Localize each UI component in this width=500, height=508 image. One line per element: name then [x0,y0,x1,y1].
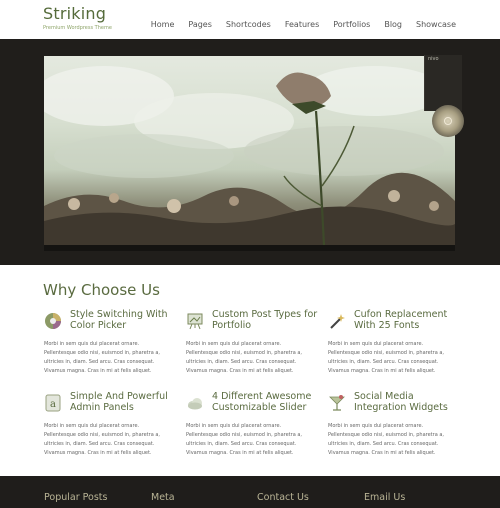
slider-shadow [44,245,455,251]
footer-popular-posts: Popular Posts [44,492,108,503]
easel-icon [187,313,203,330]
feature-text: Morbi in sem quis dui placerat ornare. P… [328,341,445,374]
main-nav: Home Pages Shortcodes Features Portfolio… [144,20,456,29]
magic-wand-icon [330,314,345,329]
footer-contact-us: Contact Us [257,492,309,503]
font-letter-icon: a [45,394,61,412]
nav-pages[interactable]: Pages [181,20,219,29]
feature-title: 4 Different Awesome Customizable Slider [212,391,312,413]
slider-thumb-label: nivo [428,56,439,62]
slider-thumb-panel: nivo [424,55,462,111]
flower-photo [44,66,455,245]
footer-email-us: Email Us [364,492,406,503]
nav-shortcodes[interactable]: Shortcodes [219,20,278,29]
site-header: Striking Premium Wordpress Theme Home Pa… [0,0,500,39]
nav-home[interactable]: Home [144,20,182,29]
feature-title: Style Switching With Color Picker [70,309,168,331]
feature-title: Cufon Replacement With 25 Fonts [354,309,448,331]
footer-meta: Meta [151,492,175,503]
site-footer: Popular Posts Meta Contact Us Email Us [0,476,500,508]
feature-slider-band: nivo [0,39,500,265]
section-title: Why Choose Us [43,281,160,299]
site-subtitle: Premium Wordpress Theme [43,25,112,31]
feature-text: Morbi in sem quis dui placerat ornare. P… [328,423,445,456]
slider-thumbnail[interactable] [432,105,464,137]
cocktail-icon [329,395,345,411]
nav-features[interactable]: Features [278,20,326,29]
feature-text: Morbi in sem quis dui placerat ornare. P… [44,341,161,374]
feature-text: Morbi in sem quis dui placerat ornare. P… [186,423,303,456]
site-title[interactable]: Striking [43,4,112,24]
feature-title: Simple And Powerful Admin Panels [70,391,168,413]
nav-portfolios[interactable]: Portfolios [326,20,377,29]
nav-showcase[interactable]: Showcase [409,20,456,29]
color-wheel-icon [45,313,61,329]
cloud-icon [188,398,202,410]
feature-title: Social Media Integration Widgets [354,391,448,413]
slider-image[interactable] [44,56,455,245]
play-circle-icon [444,117,452,125]
feature-text: Morbi in sem quis dui placerat ornare. P… [186,341,303,374]
feature-title: Custom Post Types for Portfolio [212,309,318,331]
svg-text:a: a [50,399,56,410]
feature-text: Morbi in sem quis dui placerat ornare. P… [44,423,161,456]
nav-blog[interactable]: Blog [377,20,409,29]
site-logo[interactable]: Striking Premium Wordpress Theme [43,4,112,31]
